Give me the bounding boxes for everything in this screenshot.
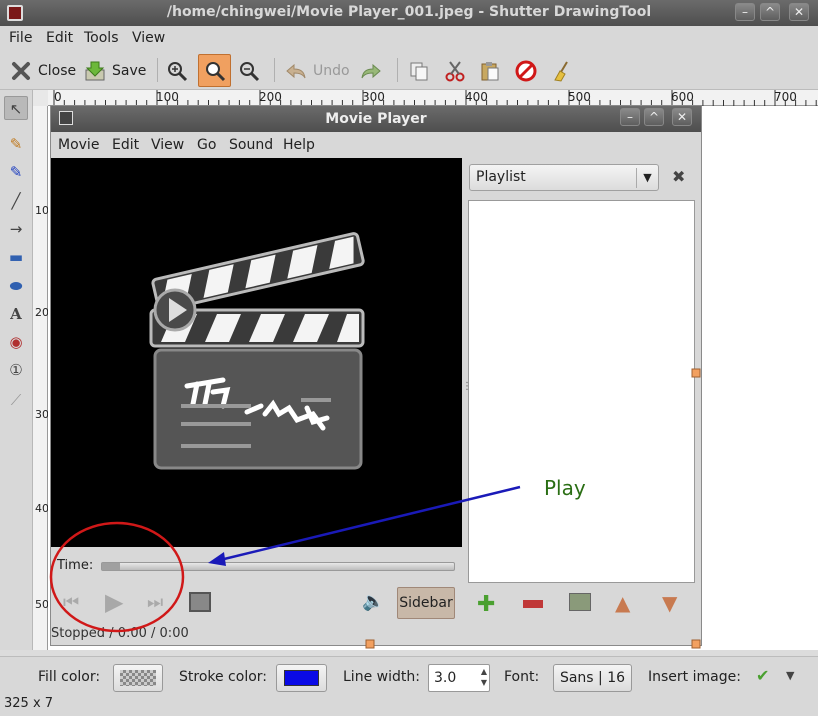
- resize-handle[interactable]: [691, 639, 701, 649]
- line-width-label: Line width:: [343, 669, 420, 685]
- stroke-swatch: [284, 670, 319, 686]
- resize-handle[interactable]: [365, 639, 375, 649]
- chevron-down-icon[interactable]: ▼: [786, 669, 794, 682]
- annotation-layer: [49, 368, 701, 649]
- line-width-spinner[interactable]: 3.0 ▲ ▼: [428, 664, 490, 692]
- arrow-head: [208, 552, 226, 566]
- red-circle-annotation[interactable]: [49, 521, 185, 633]
- dimensions-status: 325 x 7: [4, 696, 54, 711]
- fill-color-button[interactable]: [113, 664, 163, 692]
- status-bar: 325 x 7: [0, 696, 818, 716]
- fill-color-label: Fill color:: [38, 669, 101, 685]
- checkmark-icon[interactable]: ✔: [756, 666, 769, 685]
- options-bar: Fill color: Stroke color: Line width: 3.…: [0, 656, 818, 696]
- transparent-swatch: [120, 670, 156, 686]
- play-text-annotation[interactable]: Play: [544, 476, 586, 500]
- font-label: Font:: [504, 669, 540, 685]
- stroke-color-button[interactable]: [276, 664, 327, 692]
- blue-arrow-annotation[interactable]: [219, 485, 521, 562]
- stroke-color-label: Stroke color:: [179, 669, 268, 685]
- spinner-arrows-icon[interactable]: ▲ ▼: [481, 666, 487, 688]
- font-button[interactable]: Sans | 16: [553, 664, 632, 692]
- insert-image-label: Insert image:: [648, 669, 741, 685]
- resize-handle[interactable]: [691, 368, 701, 378]
- line-width-value: 3.0: [434, 670, 457, 686]
- shutter-drawing-tool-window: /home/chingwei/Movie Player_001.jpeg - S…: [0, 0, 818, 716]
